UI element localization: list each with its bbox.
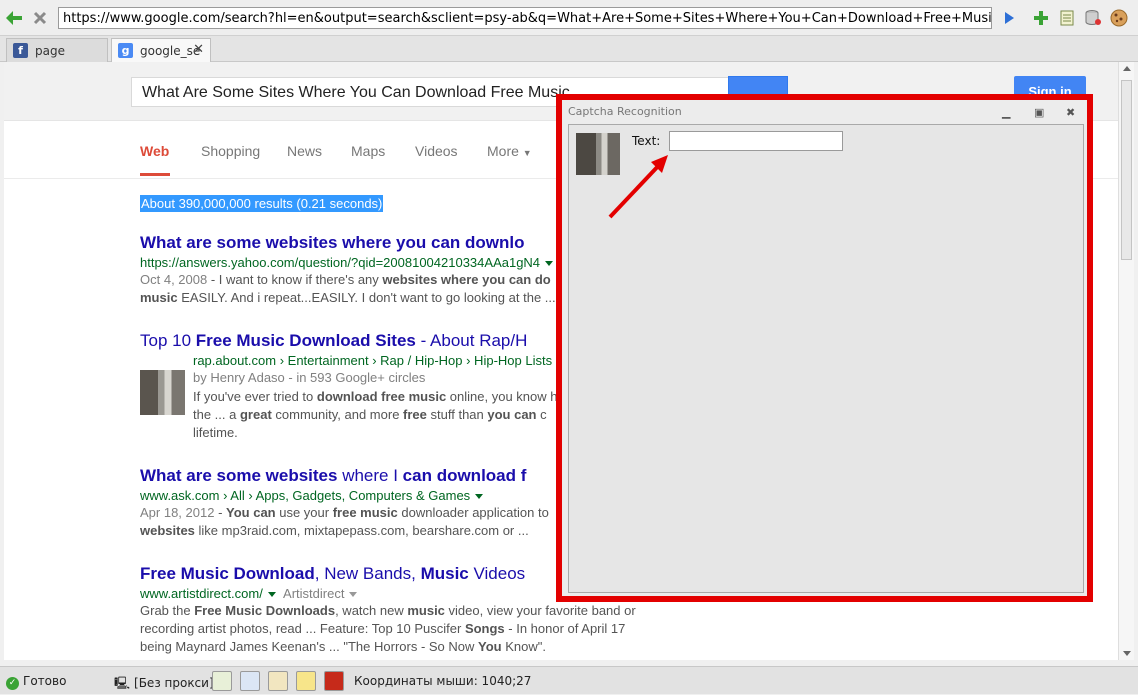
scroll-down-icon[interactable] bbox=[1123, 651, 1131, 656]
tab-web[interactable]: Web bbox=[140, 143, 169, 159]
cookie-icon bbox=[1110, 9, 1128, 27]
plus-icon bbox=[1034, 11, 1048, 25]
tab-bar: f page g google_se ✕ bbox=[0, 36, 1138, 62]
chevron-down-icon[interactable] bbox=[349, 592, 358, 598]
close-x-icon bbox=[33, 11, 47, 25]
mouse-coordinates: Координаты мыши: 1040;27 bbox=[354, 674, 532, 688]
dialog-title: Captcha Recognition bbox=[568, 105, 682, 118]
status-bar: ✓ Готово 🖳 [Без прокси] Координаты мыши: 1… bbox=[0, 666, 1138, 694]
chevron-down-icon: ▼ bbox=[522, 148, 532, 158]
notes-button[interactable] bbox=[1057, 8, 1077, 28]
tab-more[interactable]: More ▼ bbox=[487, 143, 532, 159]
tab-label: page bbox=[35, 44, 65, 58]
tab-maps[interactable]: Maps bbox=[351, 143, 385, 159]
proxy-status[interactable]: 🖳 [Без прокси] bbox=[114, 674, 214, 695]
results-stats: About 390,000,000 results (0.21 seconds) bbox=[140, 195, 384, 212]
tab-google[interactable]: g google_se ✕ bbox=[111, 38, 211, 62]
chevron-down-icon[interactable] bbox=[545, 261, 554, 267]
add-button[interactable] bbox=[1031, 8, 1051, 28]
go-button[interactable] bbox=[999, 8, 1019, 28]
back-button[interactable] bbox=[4, 8, 24, 28]
close-icon[interactable]: ✖ bbox=[1066, 106, 1075, 119]
active-tab-indicator bbox=[140, 173, 170, 176]
scroll-up-icon[interactable] bbox=[1123, 66, 1131, 71]
chevron-down-icon[interactable] bbox=[475, 494, 484, 500]
frame-toggle-icon[interactable] bbox=[268, 671, 288, 691]
result-snippet: Grab the Free Music Downloads, watch new… bbox=[140, 603, 636, 654]
database-button[interactable] bbox=[1083, 8, 1103, 28]
tab-shopping[interactable]: Shopping bbox=[201, 143, 260, 159]
tab-more-label: More bbox=[487, 143, 519, 159]
flash-icon[interactable] bbox=[324, 671, 344, 691]
vertical-scrollbar[interactable] bbox=[1118, 62, 1134, 660]
minimize-icon[interactable]: ▁ bbox=[1002, 106, 1010, 119]
red-arrow-annotation bbox=[608, 155, 668, 219]
captcha-text-input[interactable] bbox=[669, 131, 843, 151]
tab-news[interactable]: News bbox=[287, 143, 322, 159]
captcha-text-label: Text: bbox=[632, 134, 661, 148]
computer-icon: 🖳 bbox=[114, 676, 131, 690]
browser-toolbar: https://www.google.com/search?hl=en&outp… bbox=[0, 0, 1138, 36]
address-bar[interactable]: https://www.google.com/search?hl=en&outp… bbox=[58, 7, 992, 29]
chevron-down-icon[interactable] bbox=[267, 592, 276, 598]
scrollbar-thumb[interactable] bbox=[1121, 80, 1132, 260]
check-icon: ✓ bbox=[6, 677, 19, 690]
author-thumbnail[interactable] bbox=[140, 370, 185, 415]
document-icon bbox=[1060, 10, 1074, 26]
tab-label: google_se bbox=[140, 44, 201, 58]
status-ready: ✓ Готово bbox=[6, 674, 66, 690]
tab-page[interactable]: f page bbox=[6, 38, 108, 62]
cookies-button[interactable] bbox=[1109, 8, 1129, 28]
google-icon: g bbox=[118, 43, 133, 58]
arrow-left-icon bbox=[6, 11, 22, 25]
image-toggle-icon[interactable] bbox=[212, 671, 232, 691]
result-source: Artistdirect bbox=[283, 586, 345, 601]
maximize-icon[interactable]: ▣ bbox=[1034, 106, 1044, 119]
window-toggle-icon[interactable] bbox=[240, 671, 260, 691]
lightning-icon[interactable] bbox=[296, 671, 316, 691]
facebook-icon: f bbox=[13, 43, 28, 58]
database-icon bbox=[1085, 10, 1101, 25]
close-icon[interactable]: ✕ bbox=[193, 42, 204, 57]
tab-videos[interactable]: Videos bbox=[415, 143, 458, 159]
stop-button[interactable] bbox=[30, 8, 50, 28]
play-icon bbox=[1005, 12, 1014, 24]
